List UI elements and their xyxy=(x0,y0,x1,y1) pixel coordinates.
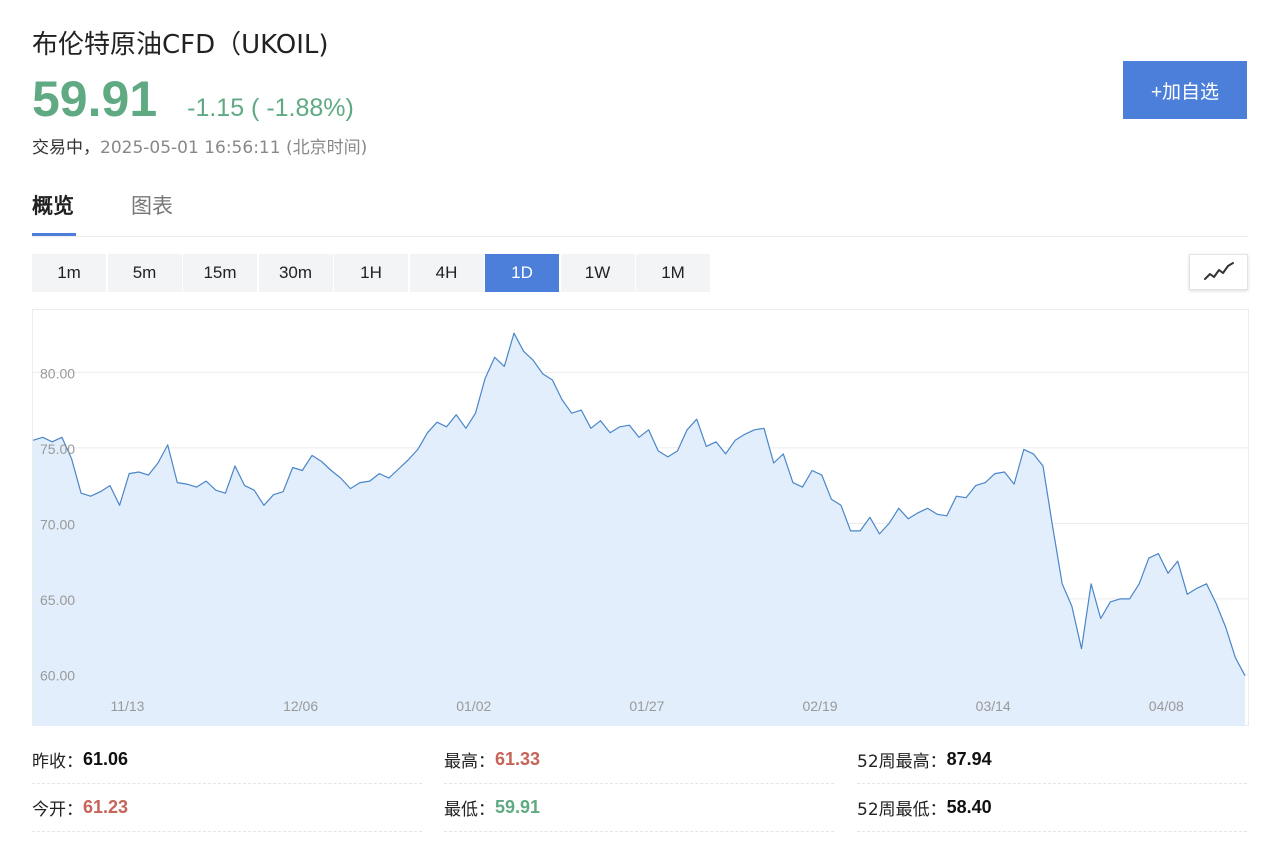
x-tick-label-1: 12/06 xyxy=(283,698,318,714)
high-value: 61.33 xyxy=(495,749,541,769)
time-range-selector: 1m 5m 15m 30m 1H 4H 1D 1W 1M xyxy=(32,254,712,292)
range-1w[interactable]: 1W xyxy=(560,254,635,292)
low-value: 59.91 xyxy=(495,797,541,817)
add-watchlist-button[interactable]: +加自选 xyxy=(1123,61,1247,119)
range-15m[interactable]: 15m xyxy=(183,254,257,292)
range-4h[interactable]: 4H xyxy=(409,254,484,292)
x-tick-label-5: 03/14 xyxy=(976,698,1011,714)
range-5m[interactable]: 5m xyxy=(107,254,182,292)
open-value: 61.23 xyxy=(83,797,129,817)
price-chart-svg: 80.00 75.00 70.00 65.00 60.00 11/13 12/06 01/02… xyxy=(32,309,1249,726)
timezone: (北京时间) xyxy=(285,138,368,158)
x-tick-label-0: 11/13 xyxy=(110,698,144,714)
range-1mo[interactable]: 1M xyxy=(636,254,710,292)
x-tick-label-6: 04/08 xyxy=(1149,698,1184,714)
chart-type-toggle[interactable] xyxy=(1189,254,1248,290)
timestamp: 2025-05-01 16:56:11 xyxy=(100,138,281,158)
wk52-low-value: 58.40 xyxy=(946,797,992,817)
x-tick-label-2: 01/02 xyxy=(456,698,491,714)
y-tick-label-2: 70.00 xyxy=(40,516,75,532)
price-change: -1.15 ( -1.88%) xyxy=(187,94,354,122)
stat-high: 最高： 61.33 xyxy=(444,736,834,784)
tab-chart[interactable]: 图表 xyxy=(131,190,173,236)
range-30m[interactable]: 30m xyxy=(258,254,333,292)
y-tick-label-3: 65.00 xyxy=(40,592,75,608)
range-1m[interactable]: 1m xyxy=(32,254,106,292)
stat-open: 今开： 61.23 xyxy=(32,784,422,832)
tab-bar: 概览 图表 xyxy=(32,190,1248,237)
stat-prev-close: 昨收： 61.06 xyxy=(32,736,422,784)
wk52-high-value: 87.94 xyxy=(946,749,992,769)
price-row: 59.91 -1.15 ( -1.88%) xyxy=(32,70,354,128)
x-tick-label-4: 02/19 xyxy=(803,698,838,714)
range-1h[interactable]: 1H xyxy=(334,254,408,292)
tab-overview[interactable]: 概览 xyxy=(32,190,76,236)
line-chart-icon xyxy=(1203,262,1234,280)
stat-52wk-high: 52周最高： 87.94 xyxy=(857,736,1247,784)
stat-52wk-low: 52周最低： 58.40 xyxy=(857,784,1247,832)
status-label: 交易中， xyxy=(32,138,100,158)
y-tick-label-4: 60.00 xyxy=(40,667,75,683)
price-chart: 80.00 75.00 70.00 65.00 60.00 11/13 12/06 01/02… xyxy=(32,309,1249,726)
y-tick-label-1: 75.00 xyxy=(40,441,75,457)
stat-low: 最低： 59.91 xyxy=(444,784,834,832)
current-price: 59.91 xyxy=(32,71,158,127)
trading-status: 交易中，2025-05-01 16:56:11 (北京时间) xyxy=(32,133,367,158)
instrument-title: 布伦特原油CFD（UKOIL) xyxy=(32,30,329,60)
prev-close-value: 61.06 xyxy=(83,749,129,769)
y-tick-label-0: 80.00 xyxy=(40,365,75,381)
range-1d[interactable]: 1D xyxy=(485,254,559,292)
x-tick-label-3: 01/27 xyxy=(629,698,664,714)
